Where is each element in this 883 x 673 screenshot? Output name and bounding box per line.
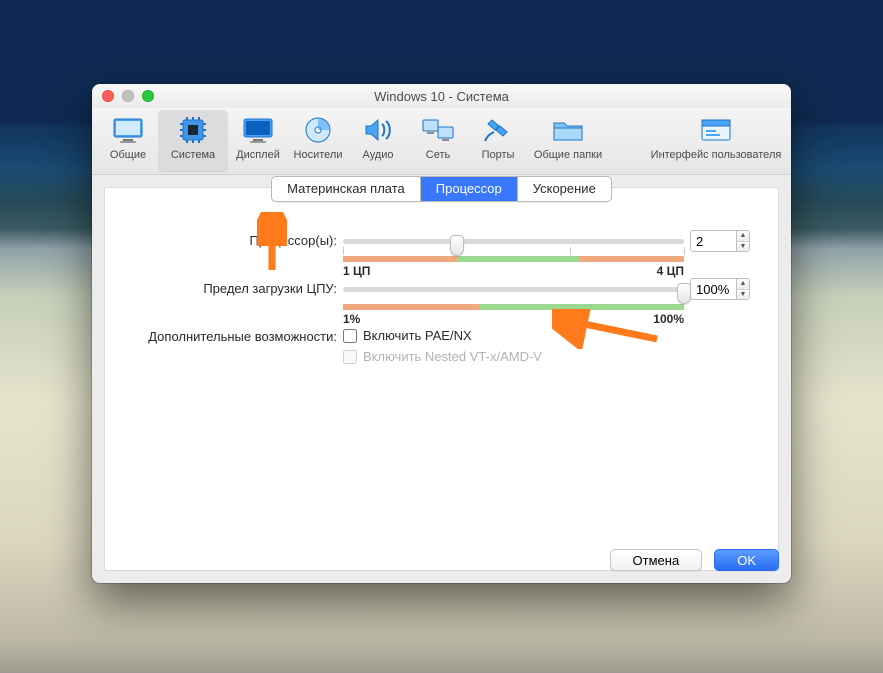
step-down-icon[interactable]: ▼ bbox=[737, 289, 749, 300]
minimize-icon bbox=[122, 90, 134, 102]
step-up-icon[interactable]: ▲ bbox=[737, 279, 749, 289]
toolbar-label: Дисплей bbox=[236, 149, 280, 161]
folder-icon bbox=[552, 114, 584, 146]
toolbar-network[interactable]: Сеть bbox=[408, 110, 468, 172]
label-exec-cap: Предел загрузки ЦПУ: bbox=[123, 278, 337, 296]
scale-max: 100% bbox=[653, 312, 684, 326]
slider-thumb[interactable] bbox=[677, 283, 691, 304]
settings-window: Windows 10 - Система Общие bbox=[92, 84, 791, 583]
scale-max: 4 ЦП bbox=[657, 264, 684, 278]
window-title: Windows 10 - Система bbox=[374, 89, 509, 104]
toolbar-general[interactable]: Общие bbox=[98, 110, 158, 172]
close-icon[interactable] bbox=[102, 90, 114, 102]
tab-acceleration[interactable]: Ускорение bbox=[517, 177, 611, 201]
slider-exec-cap[interactable]: 1% 100% bbox=[343, 278, 684, 292]
toolbar-system[interactable]: Система bbox=[158, 110, 228, 172]
dialog-buttons: Отмена OK bbox=[610, 549, 779, 571]
exec-cap-stepper[interactable]: ▲▼ bbox=[690, 278, 760, 300]
monitor-icon bbox=[112, 114, 144, 146]
toolbar-label: Общие папки bbox=[534, 149, 602, 161]
check-label: Включить Nested VT-x/AMD-V bbox=[363, 349, 542, 364]
extra-options: Включить PAE/NX Включить Nested VT-x/AMD… bbox=[343, 328, 684, 364]
step-up-icon[interactable]: ▲ bbox=[737, 231, 749, 241]
ui-window-icon bbox=[700, 114, 732, 146]
check-pae[interactable]: Включить PAE/NX bbox=[343, 328, 684, 343]
chip-icon bbox=[177, 114, 209, 146]
toolbar: Общие Система Д bbox=[92, 108, 791, 175]
slider-processors[interactable]: 1 ЦП 4 ЦП bbox=[343, 230, 684, 244]
toolbar-display[interactable]: Дисплей bbox=[228, 110, 288, 172]
toolbar-label: Система bbox=[171, 149, 215, 161]
toolbar-label: Порты bbox=[482, 149, 515, 161]
processors-stepper[interactable]: ▲▼ bbox=[690, 230, 760, 252]
cancel-button[interactable]: Отмена bbox=[610, 549, 703, 571]
toolbar-audio[interactable]: Аудио bbox=[348, 110, 408, 172]
check-nested: Включить Nested VT-x/AMD-V bbox=[343, 349, 684, 364]
slider-thumb[interactable] bbox=[450, 235, 464, 256]
tab-motherboard[interactable]: Материнская плата bbox=[272, 177, 420, 201]
toolbar-label: Сеть bbox=[426, 149, 450, 161]
toolbar-ports[interactable]: Порты bbox=[468, 110, 528, 172]
network-icon bbox=[422, 114, 454, 146]
label-extra: Дополнительные возможности: bbox=[123, 326, 337, 344]
processors-input[interactable] bbox=[690, 230, 736, 252]
check-label: Включить PAE/NX bbox=[363, 328, 472, 343]
window-controls bbox=[102, 90, 154, 102]
toolbar-storage[interactable]: Носители bbox=[288, 110, 348, 172]
toolbar-label: Носители bbox=[294, 149, 343, 161]
settings-panel: Материнская плата Процессор Ускорение Пр… bbox=[104, 187, 779, 571]
disk-icon bbox=[302, 114, 334, 146]
scale-min: 1% bbox=[343, 312, 360, 326]
speaker-icon bbox=[362, 114, 394, 146]
toolbar-label: Общие bbox=[110, 149, 146, 161]
plug-icon bbox=[482, 114, 514, 146]
step-down-icon[interactable]: ▼ bbox=[737, 241, 749, 252]
checkbox-nested bbox=[343, 350, 357, 364]
form: Процессор(ы): bbox=[123, 230, 760, 364]
scale-min: 1 ЦП bbox=[343, 264, 370, 278]
zoom-icon[interactable] bbox=[142, 90, 154, 102]
display-icon bbox=[242, 114, 274, 146]
toolbar-shared-folders[interactable]: Общие папки bbox=[528, 110, 608, 172]
label-processors: Процессор(ы): bbox=[123, 230, 337, 248]
titlebar: Windows 10 - Система bbox=[92, 84, 791, 108]
tab-bar: Материнская плата Процессор Ускорение bbox=[123, 176, 760, 202]
toolbar-label: Интерфейс пользователя bbox=[651, 149, 782, 161]
tab-processor[interactable]: Процессор bbox=[420, 177, 517, 201]
toolbar-user-interface[interactable]: Интерфейс пользователя bbox=[647, 110, 785, 172]
checkbox-pae[interactable] bbox=[343, 329, 357, 343]
exec-cap-input[interactable] bbox=[690, 278, 736, 300]
row-exec-cap: Предел загрузки ЦПУ: 1% 100% bbox=[123, 278, 760, 300]
toolbar-label: Аудио bbox=[362, 149, 393, 161]
content-area: Материнская плата Процессор Ускорение Пр… bbox=[92, 175, 791, 583]
row-extra: Дополнительные возможности: Включить PAE… bbox=[123, 326, 760, 364]
ok-button[interactable]: OK bbox=[714, 549, 779, 571]
row-processors: Процессор(ы): bbox=[123, 230, 760, 252]
